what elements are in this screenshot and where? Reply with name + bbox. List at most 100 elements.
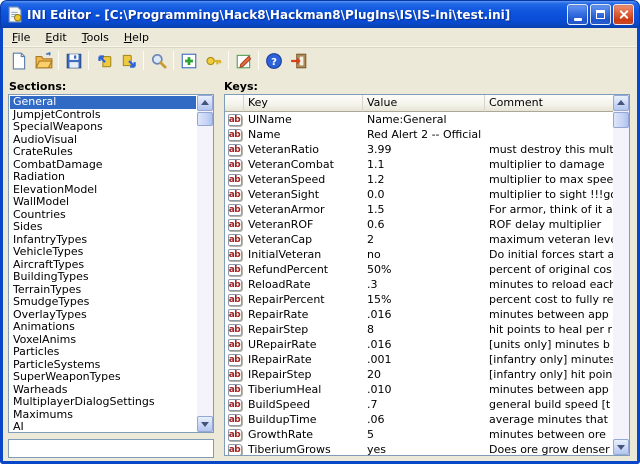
- value-column-header[interactable]: Value: [363, 95, 485, 112]
- section-item[interactable]: BuildingTypes: [10, 271, 196, 284]
- comment-column-header[interactable]: Comment: [485, 95, 615, 112]
- table-row[interactable]: RefundPercent 50% percent of original co…: [225, 262, 613, 277]
- table-row[interactable]: VeteranROF 0.6 ROF delay multiplier: [225, 217, 613, 232]
- section-item[interactable]: VoxelAnims: [10, 334, 196, 347]
- table-row[interactable]: URepairRate .016 [units only] minutes b: [225, 337, 613, 352]
- menu-item[interactable]: File: [5, 29, 38, 46]
- string-value-icon: [228, 294, 242, 306]
- scroll-up-button[interactable]: [197, 95, 213, 111]
- section-in-button[interactable]: [91, 49, 116, 72]
- table-row[interactable]: UIName Name:General: [225, 112, 613, 127]
- section-item[interactable]: VehicleTypes: [10, 246, 196, 259]
- comment-cell: [infantry only] hit poin: [485, 367, 613, 382]
- table-row[interactable]: VeteranCap 2 maximum veteran leve: [225, 232, 613, 247]
- section-item[interactable]: AudioVisual: [10, 134, 196, 147]
- section-item[interactable]: SmudgeTypes: [10, 296, 196, 309]
- section-item[interactable]: OverlayTypes: [10, 309, 196, 322]
- edit-button[interactable]: [231, 49, 256, 72]
- exit-button[interactable]: [286, 49, 311, 72]
- key-cell: ReloadRate: [244, 277, 363, 292]
- maximize-button[interactable]: [590, 4, 611, 25]
- keys-table: Key Value Comment UIName Name:General: [224, 94, 630, 456]
- keys-scrollbar[interactable]: [613, 95, 629, 455]
- section-item[interactable]: Animations: [10, 321, 196, 334]
- string-value-icon: [228, 309, 242, 321]
- table-row[interactable]: IRepairStep 20 [infantry only] hit poin: [225, 367, 613, 382]
- menu-item[interactable]: Tools: [75, 29, 117, 46]
- table-row[interactable]: VeteranRatio 3.99 must destroy this mult: [225, 142, 613, 157]
- section-item[interactable]: Countries: [10, 209, 196, 222]
- table-row[interactable]: ReloadRate .3 minutes to reload each: [225, 277, 613, 292]
- section-item[interactable]: AI: [10, 421, 196, 431]
- table-row[interactable]: VeteranCombat 1.1 multiplier to damage: [225, 157, 613, 172]
- section-item[interactable]: InfantryTypes: [10, 234, 196, 247]
- key-button[interactable]: [201, 49, 226, 72]
- window-body: FileEditToolsHelp: [0, 28, 640, 464]
- section-item[interactable]: Particles: [10, 346, 196, 359]
- section-item[interactable]: Radiation: [10, 171, 196, 184]
- section-item[interactable]: SpecialWeapons: [10, 121, 196, 134]
- comment-cell: general build speed [t: [485, 397, 613, 412]
- comment-cell: multiplier to max spee: [485, 172, 613, 187]
- section-item[interactable]: CombatDamage: [10, 159, 196, 172]
- section-filter-input[interactable]: [8, 439, 214, 458]
- key-column-header[interactable]: Key: [244, 95, 363, 112]
- sections-label: Sections:: [9, 80, 66, 93]
- table-row[interactable]: IRepairRate .001 [infantry only] minutes: [225, 352, 613, 367]
- close-button[interactable]: [613, 4, 634, 25]
- value-cell: 1.2: [363, 172, 485, 187]
- table-row[interactable]: GrowthRate 5 minutes between ore: [225, 427, 613, 442]
- value-cell: yes: [363, 442, 485, 455]
- menu-item[interactable]: Edit: [38, 29, 74, 46]
- value-cell: .3: [363, 277, 485, 292]
- sections-scrollbar[interactable]: [197, 95, 213, 432]
- table-row[interactable]: VeteranArmor 1.5 For armor, think of it …: [225, 202, 613, 217]
- search-button[interactable]: [146, 49, 171, 72]
- save-button[interactable]: [61, 49, 86, 72]
- section-item[interactable]: Maximums: [10, 409, 196, 422]
- arrow-in-icon: [95, 52, 113, 70]
- app-icon: [6, 6, 23, 23]
- scroll-down-button[interactable]: [197, 416, 213, 432]
- scroll-up-button[interactable]: [613, 95, 629, 111]
- section-item[interactable]: General: [10, 96, 196, 109]
- section-item[interactable]: AircraftTypes: [10, 259, 196, 272]
- scroll-thumb[interactable]: [197, 112, 213, 126]
- table-row[interactable]: RepairRate .016 minutes between app: [225, 307, 613, 322]
- section-item[interactable]: TerrainTypes: [10, 284, 196, 297]
- section-item[interactable]: CrateRules: [10, 146, 196, 159]
- comment-cell: minutes between app: [485, 382, 613, 397]
- table-row[interactable]: VeteranSight 0.0 multiplier to sight !!!…: [225, 187, 613, 202]
- new-file-button[interactable]: [6, 49, 31, 72]
- string-value-icon: [228, 399, 242, 411]
- section-item[interactable]: SuperWeaponTypes: [10, 371, 196, 384]
- section-item[interactable]: ElevationModel: [10, 184, 196, 197]
- table-row[interactable]: VeteranSpeed 1.2 multiplier to max spee: [225, 172, 613, 187]
- title-bar[interactable]: INI Editor - [C:\Programming\Hack8\Hackm…: [0, 0, 640, 28]
- help-button[interactable]: ?: [261, 49, 286, 72]
- key-cell: VeteranCap: [244, 232, 363, 247]
- value-cell: 0.0: [363, 187, 485, 202]
- menu-item[interactable]: Help: [117, 29, 157, 46]
- section-item[interactable]: Warheads: [10, 384, 196, 397]
- section-item[interactable]: ParticleSystems: [10, 359, 196, 372]
- open-file-button[interactable]: [31, 49, 56, 72]
- table-row[interactable]: Name Red Alert 2 -- Official I: [225, 127, 613, 142]
- section-item[interactable]: JumpjetControls: [10, 109, 196, 122]
- scroll-thumb[interactable]: [613, 112, 629, 128]
- minimize-button[interactable]: [567, 4, 588, 25]
- section-out-button[interactable]: [116, 49, 141, 72]
- section-item[interactable]: WallModel: [10, 196, 196, 209]
- table-row[interactable]: BuildSpeed .7 general build speed [t: [225, 397, 613, 412]
- table-row[interactable]: RepairPercent 15% percent cost to fully …: [225, 292, 613, 307]
- add-button[interactable]: [176, 49, 201, 72]
- table-row[interactable]: BuildupTime .06 average minutes that: [225, 412, 613, 427]
- section-item[interactable]: MultiplayerDialogSettings: [10, 396, 196, 409]
- table-row[interactable]: TiberiumHeal .010 minutes between app: [225, 382, 613, 397]
- section-item[interactable]: Sides: [10, 221, 196, 234]
- scroll-down-button[interactable]: [613, 439, 629, 455]
- table-row[interactable]: TiberiumGrows yes Does ore grow denser: [225, 442, 613, 455]
- table-row[interactable]: RepairStep 8 hit points to heal per r: [225, 322, 613, 337]
- table-row[interactable]: InitialVeteran no Do initial forces star…: [225, 247, 613, 262]
- icon-column-header[interactable]: [225, 95, 244, 112]
